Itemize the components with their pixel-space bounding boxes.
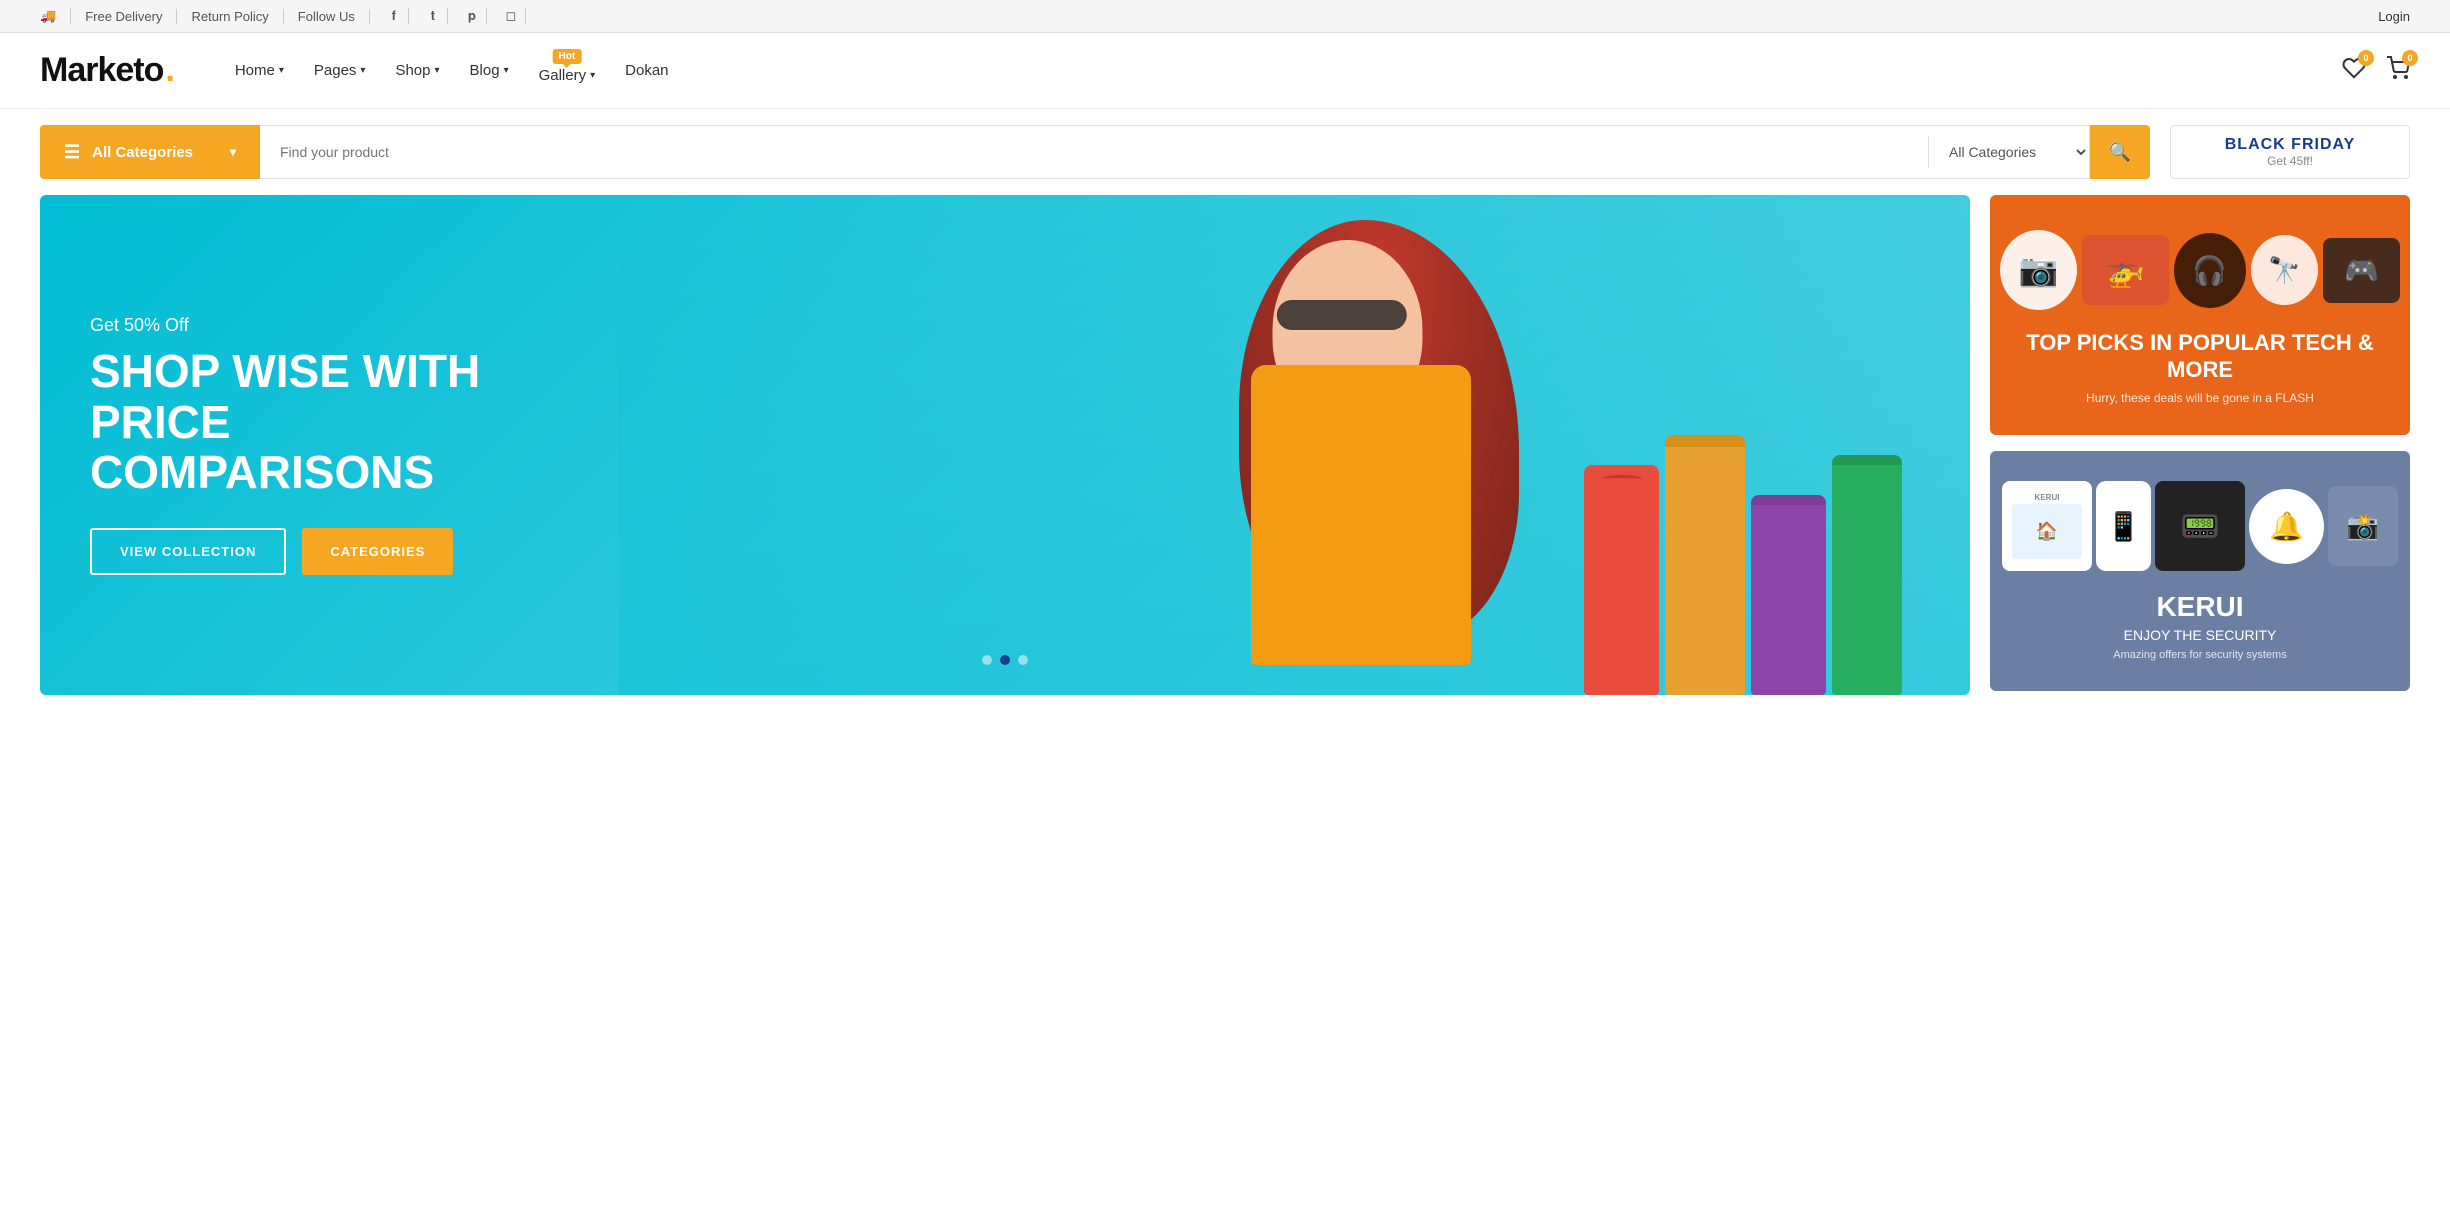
- slider-dot-1[interactable]: [982, 655, 992, 665]
- alarm-product: 📟: [2155, 481, 2245, 571]
- header: Marketo . Home ▾ Pages ▾ Shop ▾ Blog ▾ H…: [0, 33, 2450, 109]
- hero-woman-figure: [619, 195, 1970, 695]
- tech-banner-title: TOP PICKS IN POPULAR TECH & MORE: [2020, 330, 2380, 383]
- categories-button[interactable]: CATEGORIES: [302, 528, 453, 575]
- security-brand: KERUI: [2020, 591, 2380, 623]
- login-button[interactable]: Login: [2378, 9, 2410, 24]
- kerui-panel: KERUI 🏠: [2002, 481, 2092, 571]
- black-friday-sub: Get 45ff!: [2267, 154, 2313, 168]
- chevron-down-icon: ▾: [590, 70, 595, 81]
- follow-us-label: Follow Us: [298, 9, 370, 24]
- chevron-down-icon: ▾: [360, 65, 365, 76]
- tech-banner-sub: Hurry, these deals will be gone in a FLA…: [2020, 391, 2380, 405]
- cart-count: 0: [2402, 50, 2418, 66]
- free-delivery-label: Free Delivery: [71, 9, 177, 24]
- hot-badge: Hot: [553, 49, 582, 64]
- logo[interactable]: Marketo .: [40, 51, 175, 90]
- security-cam-product: 🔭: [2251, 235, 2318, 305]
- logo-text: Marketo: [40, 51, 163, 90]
- facebook-icon[interactable]: 𝐟: [380, 8, 409, 24]
- all-categories-button[interactable]: ☰ All Categories ▾: [40, 125, 260, 179]
- nav-dokan[interactable]: Dokan: [625, 62, 668, 79]
- hero-discount-text: Get 50% Off: [90, 315, 490, 336]
- gamepad-product: 🎮: [2323, 238, 2400, 303]
- all-categories-label: All Categories: [92, 144, 193, 161]
- black-friday-title: BLACK FRIDAY: [2225, 136, 2356, 154]
- chevron-down-icon: ▾: [504, 65, 509, 76]
- hero-buttons: VIEW COLLECTION CATEGORIES: [90, 528, 490, 575]
- hero-title: SHOP WISE WITH PRICE COMPARISONS: [90, 346, 490, 498]
- hero-banner: Get 50% Off SHOP WISE WITH PRICE COMPARI…: [40, 195, 1970, 695]
- slider-dot-3[interactable]: [1018, 655, 1028, 665]
- return-policy-label: Return Policy: [177, 9, 283, 24]
- tech-banner[interactable]: 📷 🚁 🎧 🔭 🎮 TOP PICKS IN POPULAR TECH & MO…: [1990, 195, 2410, 435]
- security-banner[interactable]: KERUI 🏠 📱 📟 🔔 📸 KERUI ENJOY THE SECURITY…: [1990, 451, 2410, 691]
- top-bar: 🚚 Free Delivery Return Policy Follow Us …: [0, 0, 2450, 33]
- security-banner-sub: Amazing offers for security systems: [2020, 649, 2380, 661]
- slider-dot-2[interactable]: [1000, 655, 1010, 665]
- search-section: ☰ All Categories ▾ All Categories Electr…: [0, 109, 2450, 195]
- nav-shop[interactable]: Shop ▾: [395, 62, 439, 79]
- wishlist-button[interactable]: 0: [2342, 56, 2366, 86]
- search-input-wrapper: All Categories Electronics Fashion Home …: [260, 125, 2090, 179]
- search-button[interactable]: 🔍: [2090, 125, 2150, 179]
- black-friday-banner[interactable]: BLACK FRIDAY Get 45ff!: [2170, 125, 2410, 179]
- headphones-product: 🎧: [2174, 233, 2246, 308]
- camera-product: 📷: [2000, 230, 2077, 310]
- nav-blog[interactable]: Blog ▾: [470, 62, 509, 79]
- logo-and-nav: Marketo . Home ▾ Pages ▾ Shop ▾ Blog ▾ H…: [40, 51, 669, 90]
- security-products: KERUI 🏠 📱 📟 🔔 📸: [1990, 461, 2410, 591]
- chevron-down-icon: ▾: [279, 65, 284, 76]
- main-content: Get 50% Off SHOP WISE WITH PRICE COMPARI…: [0, 195, 2450, 695]
- outdoor-cam: 📸: [2328, 486, 2398, 566]
- drone-product: 🚁: [2082, 235, 2169, 305]
- top-bar-left: 🚚 Free Delivery Return Policy Follow Us …: [40, 8, 540, 24]
- search-input[interactable]: [260, 126, 1928, 178]
- logo-dot: .: [165, 51, 174, 90]
- tech-products: 📷 🚁 🎧 🔭 🎮: [1990, 205, 2410, 335]
- cart-button[interactable]: 0: [2386, 56, 2410, 86]
- header-icons: 0 0: [2342, 56, 2410, 86]
- wishlist-count: 0: [2358, 50, 2374, 66]
- search-icon: 🔍: [2109, 142, 2131, 163]
- right-banners: 📷 🚁 🎧 🔭 🎮 TOP PICKS IN POPULAR TECH & MO…: [1990, 195, 2410, 695]
- chevron-down-icon: ▾: [435, 65, 440, 76]
- category-select[interactable]: All Categories Electronics Fashion Home …: [1929, 126, 2089, 178]
- dropdown-chevron-icon: ▾: [230, 145, 236, 159]
- sensor-product: 🔔: [2249, 489, 2324, 564]
- phone-product: 📱: [2096, 481, 2151, 571]
- hero-content: Get 50% Off SHOP WISE WITH PRICE COMPARI…: [90, 315, 490, 575]
- nav-gallery[interactable]: Hot Gallery ▾: [539, 67, 596, 84]
- hamburger-icon: ☰: [64, 142, 80, 163]
- follow-us-section: Follow Us 𝐟 𝐭 𝐩 ◻: [284, 8, 540, 24]
- slider-dots: [982, 655, 1028, 665]
- view-collection-button[interactable]: VIEW COLLECTION: [90, 528, 286, 575]
- twitter-icon[interactable]: 𝐭: [419, 8, 448, 24]
- nav-home[interactable]: Home ▾: [235, 62, 284, 79]
- nav-pages[interactable]: Pages ▾: [314, 62, 366, 79]
- security-banner-title: ENJOY THE SECURITY: [2020, 627, 2380, 643]
- pinterest-icon[interactable]: 𝐩: [458, 8, 487, 24]
- main-nav: Home ▾ Pages ▾ Shop ▾ Blog ▾ Hot Gallery…: [235, 57, 669, 84]
- instagram-icon[interactable]: ◻: [497, 8, 526, 24]
- free-delivery-icon: 🚚: [40, 8, 71, 24]
